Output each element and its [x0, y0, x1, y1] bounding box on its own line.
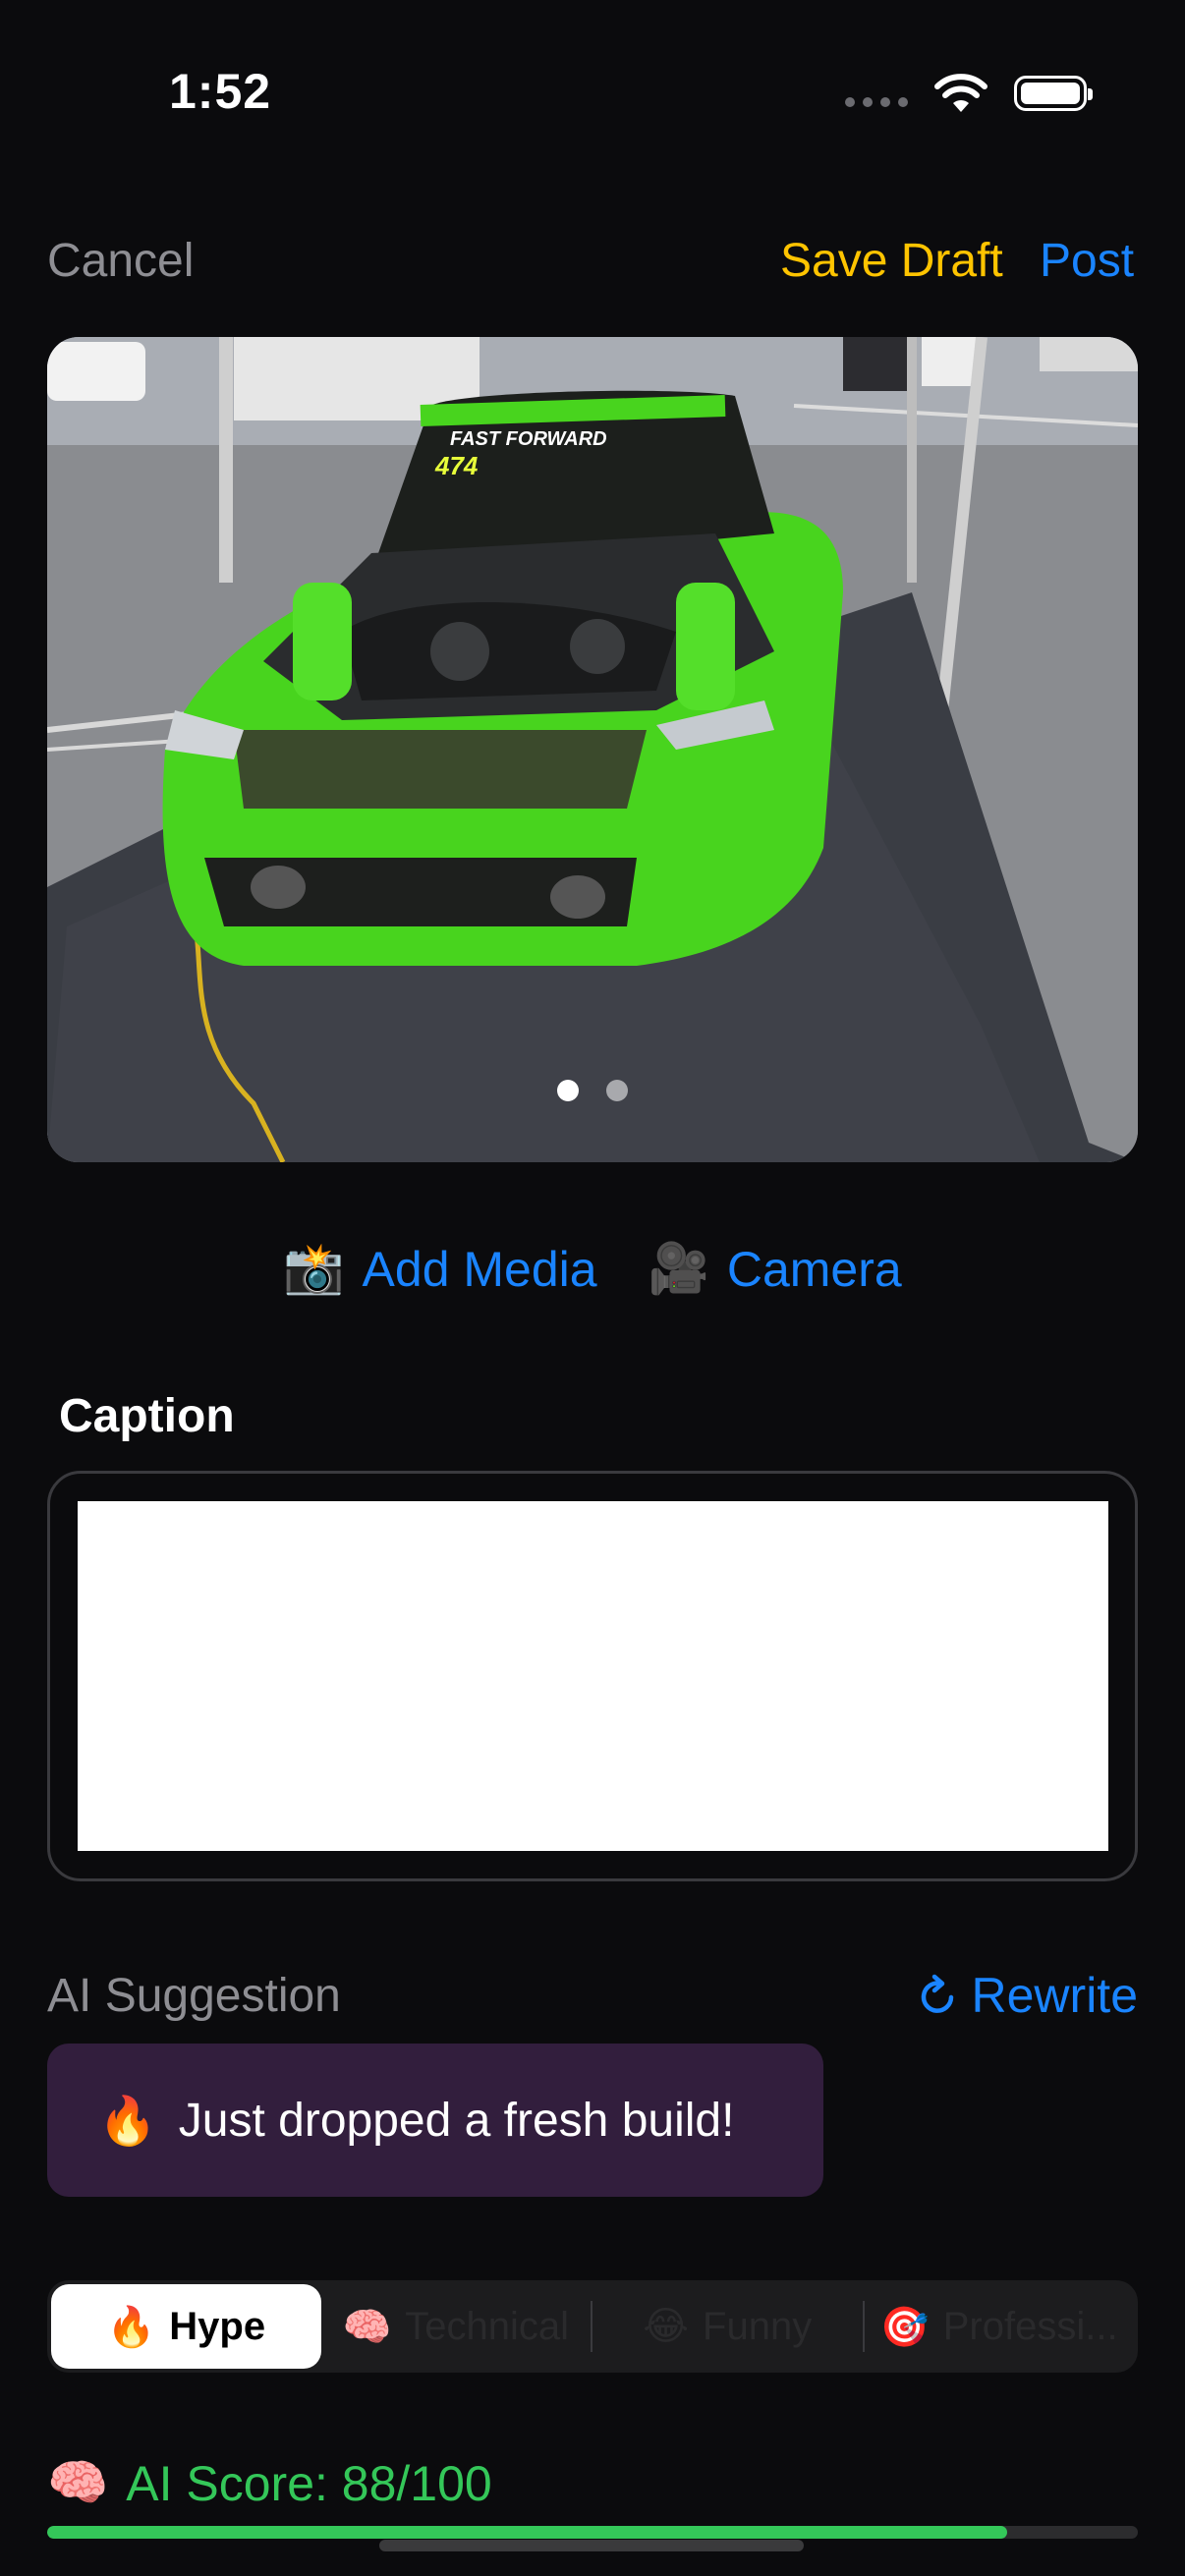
- media-actions: 📸 Add Media 🎥 Camera: [0, 1240, 1185, 1298]
- tab-label: Professi...: [942, 2304, 1118, 2348]
- ai-score-text: AI Score: 88/100: [126, 2455, 492, 2511]
- ai-score-bar: [47, 2526, 1138, 2539]
- rewrite-label: Rewrite: [971, 1968, 1138, 2023]
- page-dot-active[interactable]: [557, 1080, 579, 1101]
- brain-icon: 🧠: [342, 2304, 392, 2350]
- add-media-label: Add Media: [362, 1241, 597, 1297]
- battery-icon: [1014, 76, 1093, 111]
- camera-button[interactable]: 🎥 Camera: [649, 1240, 902, 1298]
- status-icons: [845, 73, 1093, 114]
- ai-score-fill: [47, 2526, 1007, 2539]
- caption-heading: Caption: [59, 1390, 235, 1442]
- laughing-face-icon: 😂: [643, 2304, 690, 2349]
- target-icon: 🎯: [879, 2304, 930, 2350]
- ai-suggestion-text: Just dropped a fresh build!: [178, 2094, 735, 2147]
- ai-score: 🧠 AI Score: 88/100: [47, 2454, 492, 2512]
- tab-hype[interactable]: 🔥 Hype: [51, 2284, 321, 2369]
- camera-flash-icon: 📸: [283, 1240, 345, 1297]
- refresh-icon: [921, 1974, 953, 2013]
- status-time: 1:52: [169, 64, 272, 119]
- svg-text:FAST FORWARD: FAST FORWARD: [450, 428, 607, 450]
- video-camera-icon: 🎥: [648, 1240, 709, 1297]
- add-media-button[interactable]: 📸 Add Media: [283, 1240, 596, 1298]
- post-button[interactable]: Post: [1040, 234, 1134, 288]
- ai-suggestion-heading: AI Suggestion: [47, 1970, 341, 2022]
- fire-icon: 🔥: [98, 2093, 157, 2149]
- rewrite-button[interactable]: Rewrite: [919, 1967, 1138, 2024]
- brain-icon: 🧠: [47, 2454, 109, 2511]
- tab-funny[interactable]: 😂 Funny: [592, 2284, 863, 2369]
- car-photo: FAST FORWARD 474: [47, 337, 1138, 1162]
- wifi-icon: [934, 74, 988, 112]
- fire-icon: 🔥: [106, 2304, 156, 2350]
- tab-label: Hype: [169, 2304, 266, 2348]
- tab-technical[interactable]: 🧠 Technical: [321, 2284, 592, 2369]
- ai-suggestion-chip[interactable]: 🔥 Just dropped a fresh build!: [47, 2044, 823, 2197]
- tone-segmented-control: 🔥 Hype 🧠 Technical 😂 Funny 🎯 Professi...: [47, 2280, 1138, 2373]
- create-post-screen: 1:52 Cancel Save Draft Post FAST FORWARD…: [0, 0, 1185, 2576]
- caption-input[interactable]: [78, 1501, 1108, 1851]
- svg-text:474: 474: [434, 451, 479, 480]
- tab-label: Technical: [405, 2304, 570, 2348]
- carousel-page-indicator[interactable]: [47, 1080, 1138, 1101]
- cancel-button[interactable]: Cancel: [47, 234, 194, 288]
- caption-container: [47, 1471, 1138, 1881]
- home-indicator: [379, 2540, 804, 2551]
- save-draft-button[interactable]: Save Draft: [780, 234, 1003, 288]
- media-carousel[interactable]: FAST FORWARD 474: [47, 337, 1138, 1162]
- tab-label: Funny: [703, 2304, 813, 2348]
- tab-professional[interactable]: 🎯 Professi...: [865, 2284, 1135, 2369]
- cellular-signal-icon: [845, 97, 908, 107]
- page-dot[interactable]: [606, 1080, 628, 1101]
- camera-label: Camera: [726, 1241, 902, 1297]
